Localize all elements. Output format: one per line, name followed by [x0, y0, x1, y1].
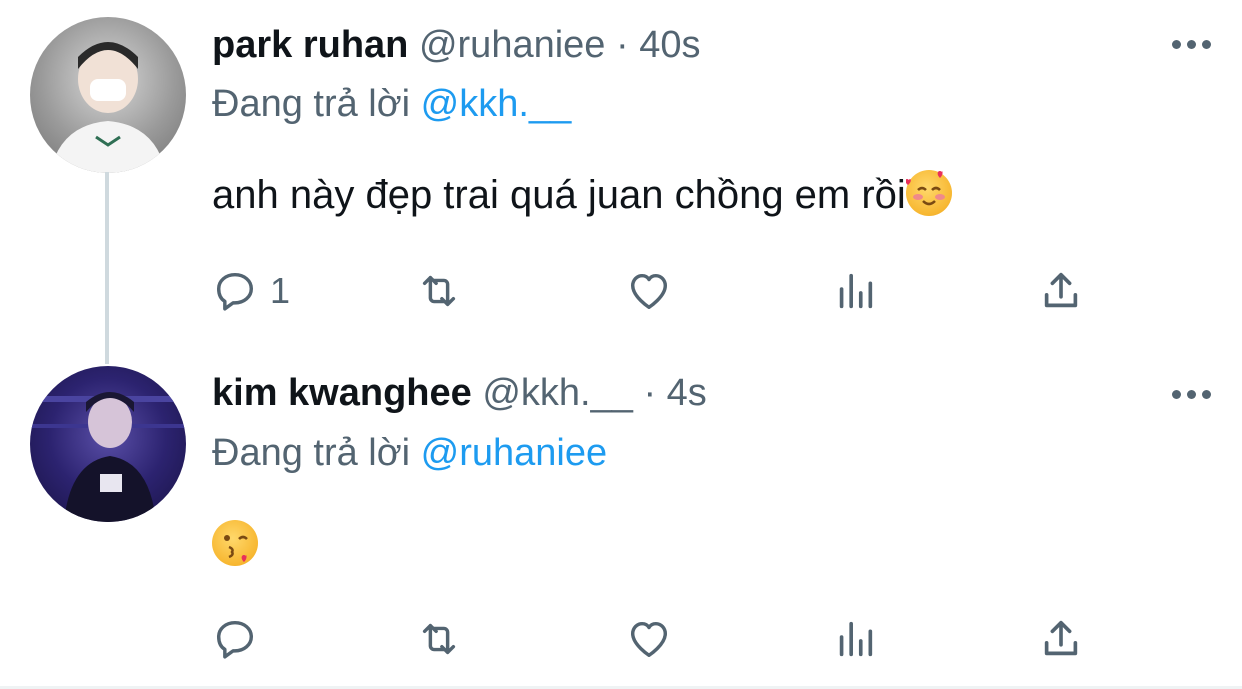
username[interactable]: @ruhaniee: [419, 24, 605, 66]
reply-icon: [216, 620, 254, 659]
share-button[interactable]: [1038, 267, 1084, 315]
tweet-header: park ruhan @ruhaniee · 40s: [212, 24, 701, 67]
replying-label: Đang trả lời: [212, 432, 411, 474]
reply-button[interactable]: [212, 615, 270, 663]
avatar[interactable]: [30, 17, 186, 173]
more-icon[interactable]: [1172, 390, 1212, 400]
avatar[interactable]: [30, 366, 186, 522]
retweet-icon: [422, 623, 456, 655]
tweet-text: [212, 520, 258, 568]
share-icon: [1044, 620, 1078, 656]
avatar-image: [30, 392, 186, 522]
heart-icon: [630, 273, 668, 310]
timestamp[interactable]: 4s: [667, 372, 707, 414]
replying-to: Đang trả lời @kkh.__: [212, 83, 571, 126]
smiling-face-with-hearts-icon: [905, 170, 952, 216]
reply-button[interactable]: 1: [212, 267, 290, 315]
tweet[interactable]: kim kwanghee @kkh.__ · 4s Đang trả lời @…: [0, 352, 1242, 686]
reply-to-link[interactable]: @kkh.__: [421, 83, 572, 125]
share-button[interactable]: [1038, 615, 1084, 663]
reply-icon: [216, 272, 254, 311]
separator: ·: [643, 372, 657, 414]
share-icon: [1044, 272, 1078, 308]
tweet-actions: 1: [212, 267, 1112, 315]
timestamp[interactable]: 40s: [639, 24, 700, 66]
retweet-button[interactable]: [416, 267, 462, 315]
display-name[interactable]: park ruhan: [212, 24, 408, 66]
analytics-icon: [839, 621, 873, 657]
analytics-icon: [839, 273, 873, 309]
reply-to-link[interactable]: @ruhaniee: [421, 432, 607, 474]
tweet-header: kim kwanghee @kkh.__ · 4s: [212, 372, 707, 415]
display-name[interactable]: kim kwanghee: [212, 372, 472, 414]
tweet-body: anh này đẹp trai quá juan chồng em rồi: [212, 173, 906, 217]
tweet-actions: [212, 615, 1112, 663]
replying-label: Đang trả lời: [212, 83, 411, 125]
views-button[interactable]: [832, 267, 878, 315]
like-button[interactable]: [626, 615, 672, 663]
heart-icon: [630, 621, 668, 658]
retweet-icon: [422, 275, 456, 307]
more-icon[interactable]: [1172, 40, 1212, 50]
replying-to: Đang trả lời @ruhaniee: [212, 432, 607, 475]
tweet[interactable]: park ruhan @ruhaniee · 40s Đang trả lời …: [0, 0, 1242, 364]
avatar-image: [50, 42, 166, 173]
reply-count: 1: [270, 270, 291, 311]
face-blowing-a-kiss-icon: [212, 520, 258, 566]
tweet-text: anh này đẹp trai quá juan chồng em rồi: [212, 170, 952, 218]
like-button[interactable]: [626, 267, 672, 315]
username[interactable]: @kkh.__: [482, 372, 633, 414]
retweet-button[interactable]: [416, 615, 462, 663]
separator: ·: [616, 24, 629, 66]
thread-line: [105, 172, 109, 364]
views-button[interactable]: [832, 615, 878, 663]
